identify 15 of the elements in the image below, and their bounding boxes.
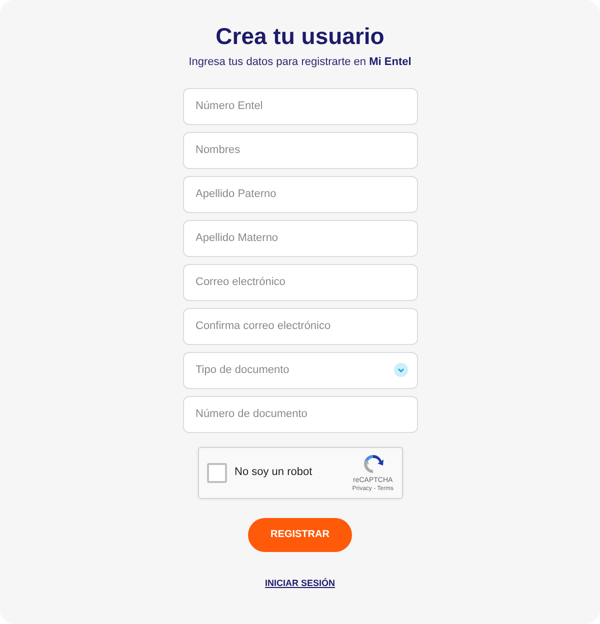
select-field[interactable]: Tipo de documento [182, 352, 418, 388]
input-field[interactable]: Confirma correo electrónico [182, 308, 418, 344]
page-title: Crea tu usuario [214, 22, 386, 50]
register-button[interactable]: REGISTRAR [248, 518, 352, 552]
input-field[interactable]: Apellido Paterno [182, 176, 418, 212]
login-link[interactable]: INICIAR SESIÓN [264, 576, 335, 590]
input-field[interactable]: Nombres [182, 132, 418, 168]
input-field[interactable]: Número Entel [182, 88, 418, 124]
page-subtitle: Ingresa tus datos para registrarte en Mi Entel [188, 55, 412, 70]
captcha-checkbox[interactable] [206, 462, 226, 482]
chevron-down-icon [394, 362, 408, 376]
input-field[interactable]: Correo electrónico [182, 264, 418, 300]
input-field[interactable]: Apellido Materno [182, 220, 418, 256]
captcha-label: No soy un robot [234, 465, 314, 480]
input-field[interactable]: Número de documento [182, 396, 418, 432]
